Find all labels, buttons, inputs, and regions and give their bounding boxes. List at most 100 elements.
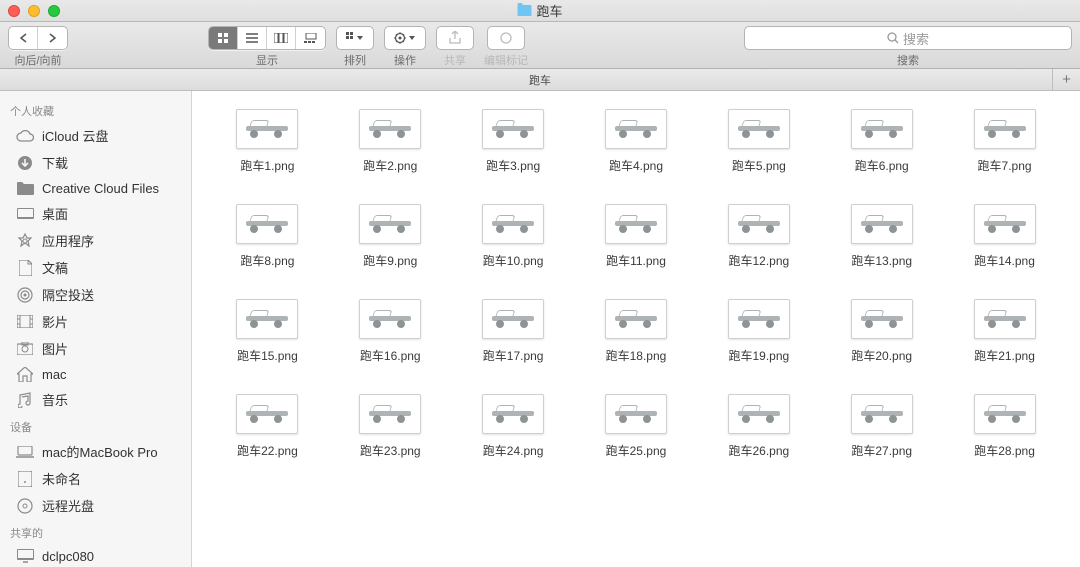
file-thumbnail: [728, 394, 790, 434]
file-item[interactable]: 跑车1.png: [212, 109, 323, 174]
back-button[interactable]: [9, 27, 38, 49]
nav-group: 向后/向前: [8, 26, 68, 68]
sidebar-item-cloud[interactable]: iCloud 云盘: [0, 122, 191, 149]
file-item[interactable]: 跑车12.png: [703, 204, 814, 269]
file-name: 跑车1.png: [240, 157, 294, 174]
file-item[interactable]: 跑车24.png: [458, 394, 569, 459]
sidebar-item-apps[interactable]: 应用程序: [0, 227, 191, 254]
file-item[interactable]: 跑车13.png: [826, 204, 937, 269]
file-item[interactable]: 跑车9.png: [335, 204, 446, 269]
toolbar: 向后/向前 显示 排列 操作 共享 编辑标记 搜索 搜索: [0, 22, 1080, 69]
close-window-button[interactable]: [8, 5, 20, 17]
file-thumbnail: [605, 109, 667, 149]
file-item[interactable]: 跑车20.png: [826, 299, 937, 364]
file-name: 跑车24.png: [483, 442, 544, 459]
file-item[interactable]: 跑车26.png: [703, 394, 814, 459]
icon-view-button[interactable]: [209, 27, 238, 49]
arrange-group: 排列: [336, 26, 374, 68]
file-item[interactable]: 跑车6.png: [826, 109, 937, 174]
sidebar-item-airdrop[interactable]: 隔空投送: [0, 281, 191, 308]
file-item[interactable]: 跑车22.png: [212, 394, 323, 459]
file-item[interactable]: 跑车7.png: [949, 109, 1060, 174]
file-name: 跑车27.png: [851, 442, 912, 459]
sidebar-item-laptop[interactable]: mac的MacBook Pro: [0, 438, 191, 465]
sidebar-item-movies[interactable]: 影片: [0, 308, 191, 335]
sidebar-item-label: mac的MacBook Pro: [42, 442, 158, 461]
sidebar-item-screen[interactable]: dclpc080: [0, 544, 191, 567]
sidebar-item-download[interactable]: 下载: [0, 149, 191, 176]
music-icon: [16, 392, 34, 408]
sidebar-item-label: 隔空投送: [42, 285, 94, 304]
list-view-button[interactable]: [238, 27, 267, 49]
screen-icon: [16, 548, 34, 564]
file-item[interactable]: 跑车8.png: [212, 204, 323, 269]
file-item[interactable]: 跑车17.png: [458, 299, 569, 364]
desktop-icon: [16, 206, 34, 222]
view-group: 显示: [208, 26, 326, 68]
file-item[interactable]: 跑车21.png: [949, 299, 1060, 364]
add-tab-button[interactable]: +: [1052, 69, 1080, 90]
airdrop-icon: [16, 287, 34, 303]
file-item[interactable]: 跑车19.png: [703, 299, 814, 364]
sidebar-item-music[interactable]: 音乐: [0, 386, 191, 413]
file-thumbnail: [236, 109, 298, 149]
file-item[interactable]: 跑车27.png: [826, 394, 937, 459]
sidebar-item-disk[interactable]: 未命名: [0, 465, 191, 492]
file-name: 跑车18.png: [606, 347, 667, 364]
tags-button[interactable]: [487, 26, 525, 50]
sidebar-item-doc[interactable]: 文稿: [0, 254, 191, 281]
gallery-view-button[interactable]: [296, 27, 325, 49]
sidebar-item-label: 图片: [42, 339, 68, 358]
share-button[interactable]: [436, 26, 474, 50]
sidebar-item-pictures[interactable]: 图片: [0, 335, 191, 362]
file-item[interactable]: 跑车3.png: [458, 109, 569, 174]
share-label: 共享: [444, 52, 466, 68]
file-name: 跑车15.png: [237, 347, 298, 364]
file-thumbnail: [851, 109, 913, 149]
file-name: 跑车4.png: [609, 157, 663, 174]
file-name: 跑车5.png: [732, 157, 786, 174]
file-item[interactable]: 跑车4.png: [581, 109, 692, 174]
file-thumbnail: [974, 299, 1036, 339]
file-thumbnail: [851, 394, 913, 434]
sidebar-item-disc[interactable]: 远程光盘: [0, 492, 191, 519]
file-name: 跑车17.png: [483, 347, 544, 364]
file-item[interactable]: 跑车16.png: [335, 299, 446, 364]
nav-label: 向后/向前: [14, 52, 61, 68]
cloud-icon: [16, 128, 34, 144]
file-thumbnail: [359, 204, 421, 244]
file-item[interactable]: 跑车11.png: [581, 204, 692, 269]
pathbar-current[interactable]: 跑车: [529, 72, 551, 88]
search-label: 搜索: [897, 52, 919, 68]
sidebar-item-folder[interactable]: Creative Cloud Files: [0, 176, 191, 200]
arrange-button[interactable]: [336, 26, 374, 50]
forward-button[interactable]: [38, 27, 67, 49]
search-input[interactable]: 搜索: [744, 26, 1072, 50]
file-name: 跑车11.png: [606, 252, 666, 269]
sidebar-item-home[interactable]: mac: [0, 362, 191, 386]
column-view-button[interactable]: [267, 27, 296, 49]
file-item[interactable]: 跑车10.png: [458, 204, 569, 269]
file-item[interactable]: 跑车23.png: [335, 394, 446, 459]
file-thumbnail: [236, 204, 298, 244]
action-button[interactable]: [384, 26, 426, 50]
file-item[interactable]: 跑车25.png: [581, 394, 692, 459]
file-item[interactable]: 跑车5.png: [703, 109, 814, 174]
disc-icon: [16, 498, 34, 514]
file-item[interactable]: 跑车14.png: [949, 204, 1060, 269]
file-thumbnail: [974, 204, 1036, 244]
file-item[interactable]: 跑车15.png: [212, 299, 323, 364]
minimize-window-button[interactable]: [28, 5, 40, 17]
file-name: 跑车21.png: [974, 347, 1035, 364]
file-item[interactable]: 跑车28.png: [949, 394, 1060, 459]
file-content-area[interactable]: 跑车1.png 跑车2.png跑车3.png 跑车4.png 跑车5.png 跑车6.p…: [192, 91, 1080, 567]
laptop-icon: [16, 444, 34, 460]
sidebar-item-desktop[interactable]: 桌面: [0, 200, 191, 227]
file-item[interactable]: 跑车2.png: [335, 109, 446, 174]
file-item[interactable]: 跑车18.png: [581, 299, 692, 364]
file-thumbnail: [851, 204, 913, 244]
file-name: 跑车23.png: [360, 442, 421, 459]
file-thumbnail: [482, 299, 544, 339]
maximize-window-button[interactable]: [48, 5, 60, 17]
sidebar-section-header: 设备: [0, 413, 191, 438]
